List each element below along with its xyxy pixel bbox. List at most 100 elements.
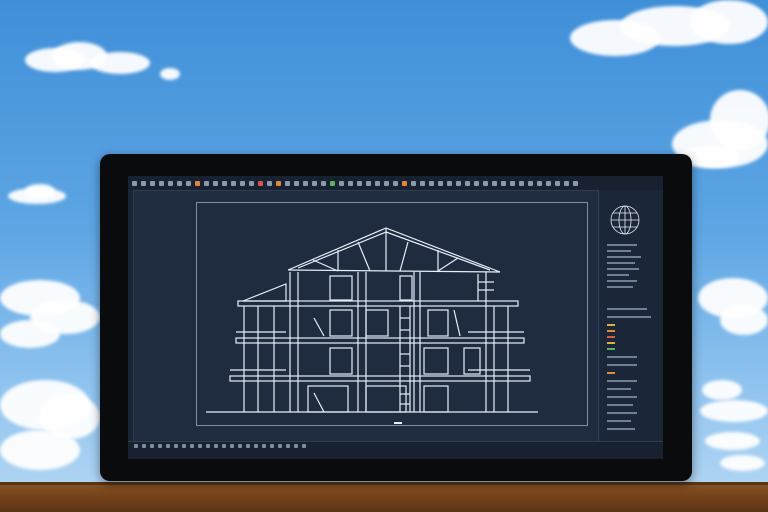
bottom-toolbar-icon[interactable] (246, 444, 250, 448)
toolbar-icon[interactable] (528, 180, 533, 186)
drawing-canvas[interactable] (138, 198, 598, 434)
panel-row[interactable] (607, 348, 615, 350)
panel-row[interactable] (607, 256, 641, 258)
bottom-toolbar-icon[interactable] (238, 444, 242, 448)
toolbar-icon[interactable] (177, 180, 182, 186)
bottom-toolbar-icon[interactable] (190, 444, 194, 448)
toolbar-icon[interactable] (150, 180, 155, 186)
toolbar-icon[interactable] (168, 180, 173, 186)
panel-row[interactable] (607, 380, 637, 382)
toolbar-icon[interactable] (222, 180, 227, 186)
panel-row[interactable] (607, 396, 637, 398)
panel-row[interactable] (607, 274, 629, 276)
toolbar-icon[interactable] (483, 180, 488, 186)
bottom-toolbar-icon[interactable] (150, 444, 154, 448)
panel-row[interactable] (607, 250, 631, 252)
toolbar-icon[interactable] (474, 180, 479, 186)
panel-row[interactable] (607, 280, 637, 282)
toolbar-icon[interactable] (240, 180, 245, 186)
panel-row[interactable] (607, 412, 637, 414)
toolbar-icon[interactable] (348, 180, 353, 186)
toolbar-icon[interactable] (195, 180, 200, 186)
toolbar-icon[interactable] (420, 180, 425, 186)
toolbar-icon[interactable] (456, 180, 461, 186)
toolbar-icon[interactable] (303, 180, 308, 186)
panel-row[interactable] (607, 316, 651, 318)
toolbar-icon[interactable] (555, 180, 560, 186)
toolbar-icon[interactable] (186, 180, 191, 186)
toolbar-icon[interactable] (204, 180, 209, 186)
toolbar-icon[interactable] (249, 180, 254, 186)
toolbar-icon[interactable] (267, 180, 272, 186)
bottom-toolbar-icon[interactable] (166, 444, 170, 448)
bottom-toolbar-icon[interactable] (270, 444, 274, 448)
panel-row[interactable] (607, 268, 639, 270)
panel-row[interactable] (607, 428, 635, 430)
panel-row[interactable] (607, 404, 633, 406)
toolbar-icon[interactable] (402, 180, 407, 186)
toolbar-icon[interactable] (501, 180, 506, 186)
panel-row[interactable] (607, 388, 631, 390)
panel-row[interactable] (607, 286, 633, 288)
panel-row[interactable] (607, 308, 647, 310)
bottom-toolbar-icon[interactable] (206, 444, 210, 448)
panel-row[interactable] (607, 356, 637, 358)
toolbar-icon[interactable] (231, 180, 236, 186)
bottom-toolbar-icon[interactable] (182, 444, 186, 448)
panel-row[interactable] (607, 342, 615, 344)
bottom-toolbar-icon[interactable] (158, 444, 162, 448)
toolbar-icon[interactable] (465, 180, 470, 186)
toolbar-icon[interactable] (141, 180, 146, 186)
panel-row[interactable] (607, 262, 635, 264)
bottom-toolbar-icon[interactable] (230, 444, 234, 448)
toolbar-icon[interactable] (537, 180, 542, 186)
panel-row[interactable] (607, 244, 637, 246)
toolbar-icon[interactable] (519, 180, 524, 186)
toolbar-icon[interactable] (213, 180, 218, 186)
panel-row[interactable] (607, 324, 615, 326)
toolbar-icon[interactable] (546, 180, 551, 186)
bottom-toolbar-icon[interactable] (198, 444, 202, 448)
toolbar-icon[interactable] (285, 180, 290, 186)
bottom-toolbar-icon[interactable] (254, 444, 258, 448)
toolbar-icon[interactable] (375, 180, 380, 186)
bottom-toolbar-icon[interactable] (214, 444, 218, 448)
toolbar-icon[interactable] (429, 180, 434, 186)
toolbar-icon[interactable] (384, 180, 389, 186)
bottom-toolbar-icon[interactable] (174, 444, 178, 448)
bottom-toolbar-icon[interactable] (262, 444, 266, 448)
toolbar-icon[interactable] (564, 180, 569, 186)
toolbar-icon[interactable] (321, 180, 326, 186)
toolbar-icon[interactable] (366, 180, 371, 186)
left-tool-rail[interactable] (128, 190, 134, 441)
toolbar-icon[interactable] (132, 180, 137, 186)
bottom-toolbar-icon[interactable] (142, 444, 146, 448)
panel-row[interactable] (607, 330, 615, 332)
bottom-toolbar-icon[interactable] (134, 444, 138, 448)
bottom-toolbar-icon[interactable] (222, 444, 226, 448)
bottom-toolbar[interactable] (134, 444, 310, 448)
toolbar-icon[interactable] (294, 180, 299, 186)
toolbar-icon[interactable] (492, 180, 497, 186)
toolbar-icon[interactable] (159, 180, 164, 186)
properties-panel[interactable] (598, 190, 663, 441)
toolbar-icon[interactable] (393, 180, 398, 186)
panel-row[interactable] (607, 336, 615, 338)
toolbar-icon[interactable] (447, 180, 452, 186)
toolbar-icon[interactable] (357, 180, 362, 186)
toolbar-icon[interactable] (573, 180, 578, 186)
toolbar-icon[interactable] (339, 180, 344, 186)
toolbar-icon[interactable] (258, 180, 263, 186)
toolbar-icon[interactable] (312, 180, 317, 186)
toolbar-icon[interactable] (276, 180, 281, 186)
toolbar-icon[interactable] (510, 180, 515, 186)
bottom-toolbar-icon[interactable] (286, 444, 290, 448)
toolbar-icon[interactable] (330, 180, 335, 186)
panel-row[interactable] (607, 420, 631, 422)
toolbar-icon[interactable] (411, 180, 416, 186)
bottom-toolbar-icon[interactable] (302, 444, 306, 448)
panel-row[interactable] (607, 372, 615, 374)
bottom-toolbar-icon[interactable] (278, 444, 282, 448)
bottom-toolbar-icon[interactable] (294, 444, 298, 448)
toolbar-icon[interactable] (438, 180, 443, 186)
